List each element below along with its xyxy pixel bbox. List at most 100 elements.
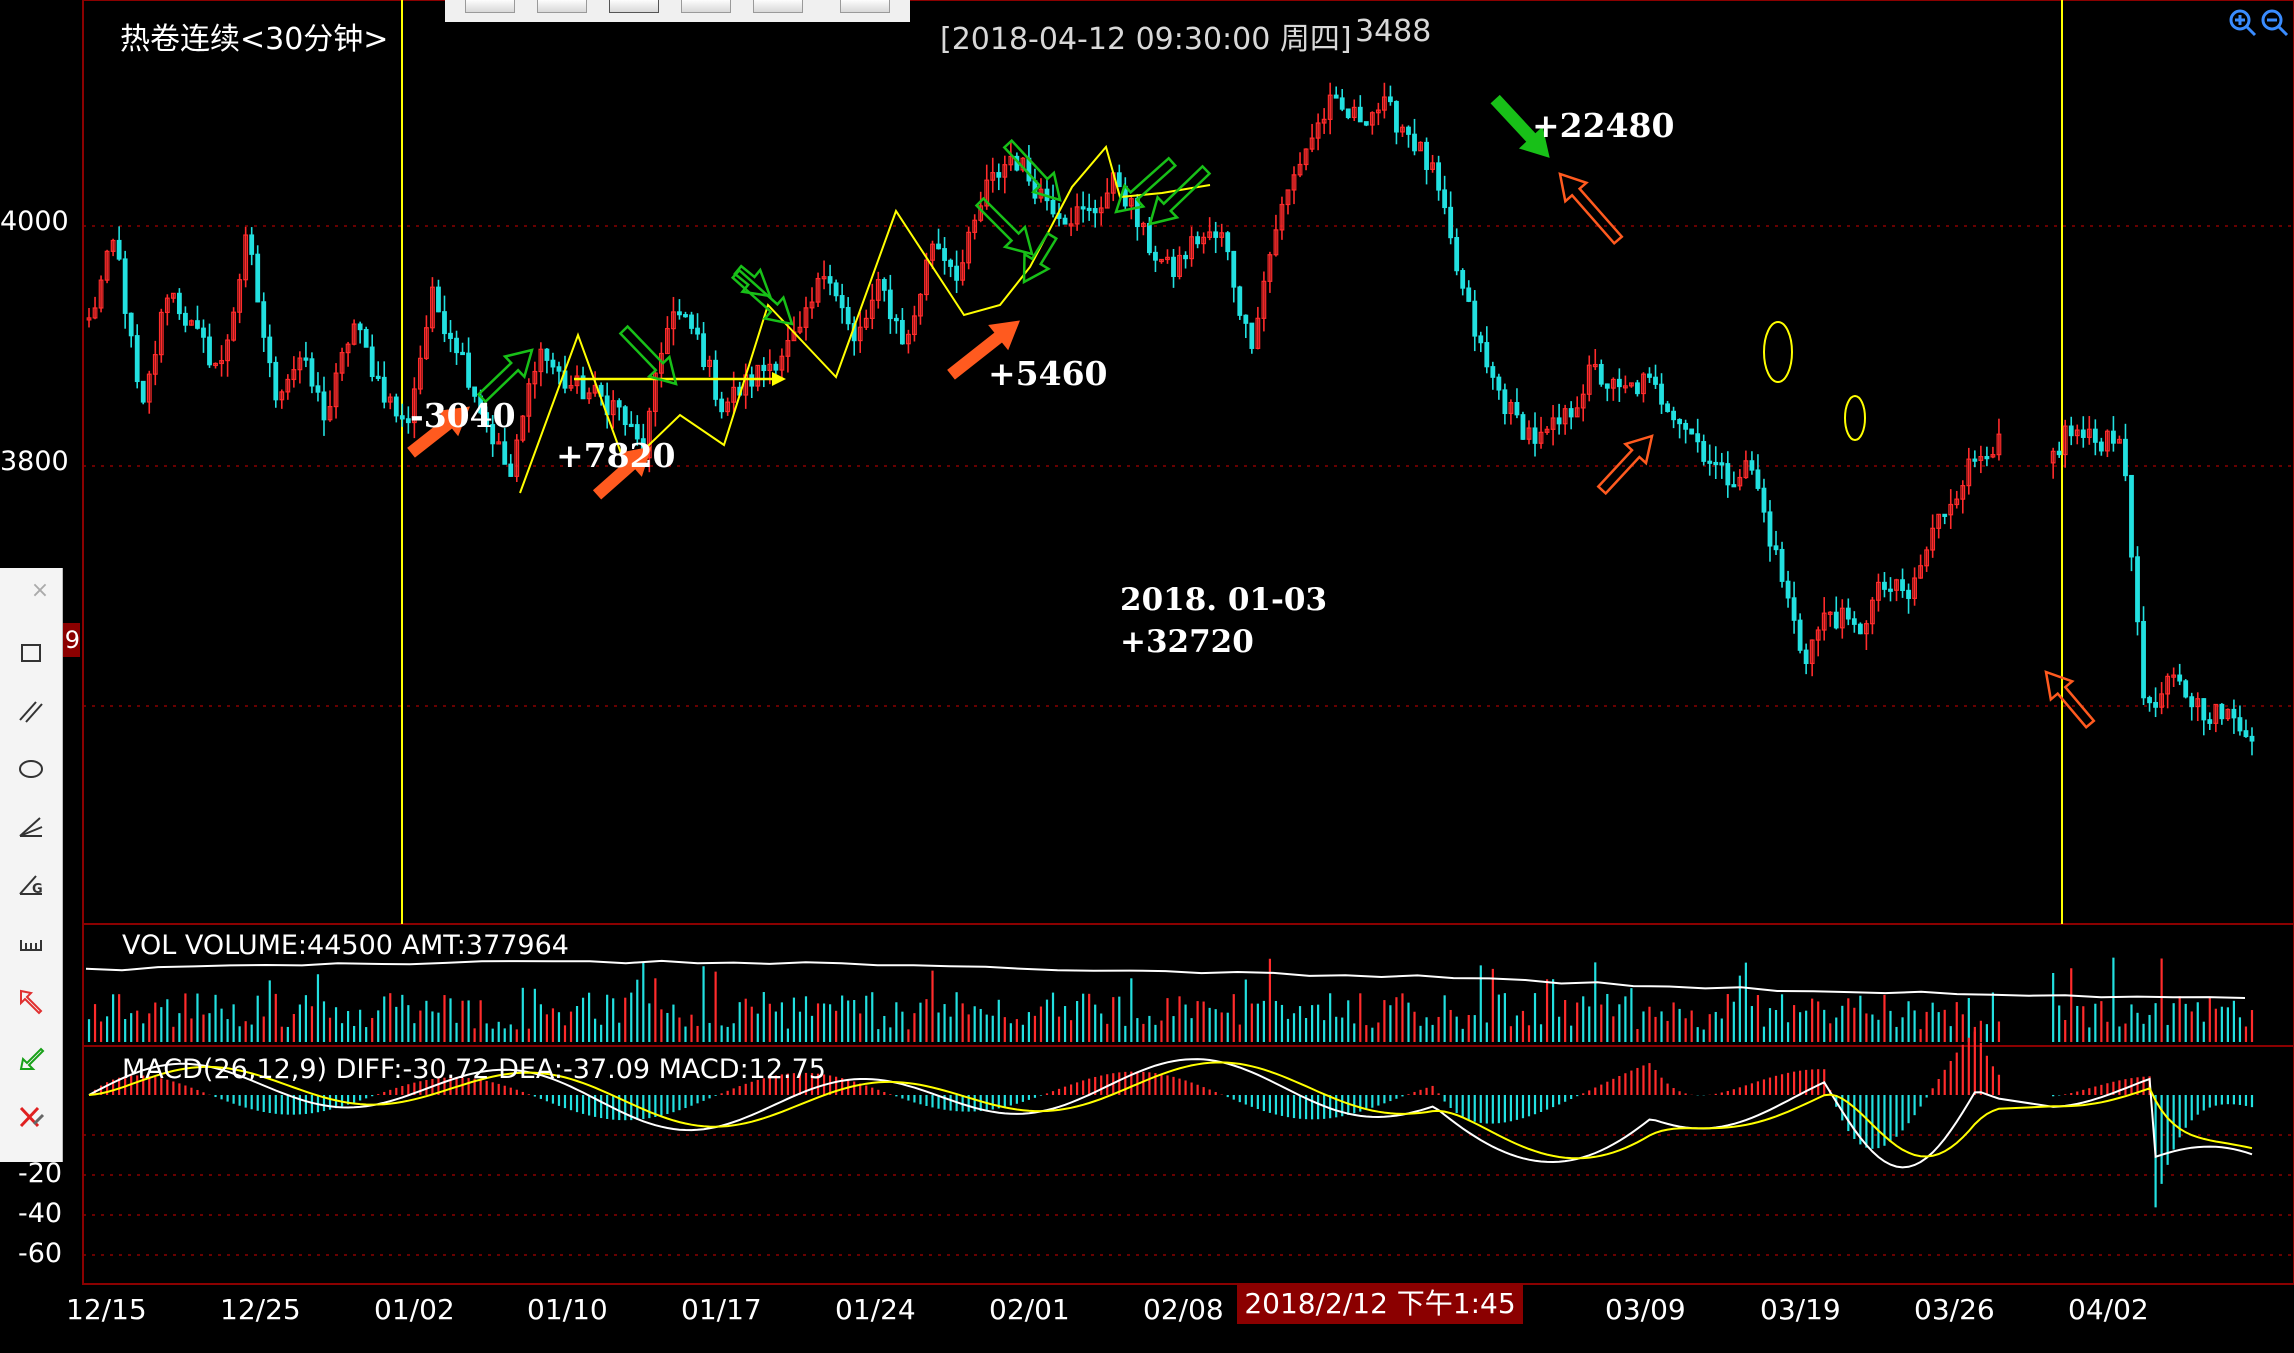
candle-body <box>749 374 755 387</box>
toolbar-button[interactable] <box>753 0 803 13</box>
parallel-line-tool[interactable] <box>0 682 62 740</box>
candle-body <box>273 361 279 401</box>
candle-body <box>550 359 556 368</box>
candle-body <box>2080 429 2086 438</box>
drawing-toolbox: × G <box>0 568 63 1162</box>
candle-body <box>719 398 725 413</box>
rectangle-tool[interactable] <box>0 624 62 682</box>
candle-body <box>1225 232 1231 253</box>
candle-body <box>827 276 833 284</box>
ellipse-tool[interactable] <box>0 740 62 798</box>
candle-body <box>436 286 441 313</box>
candle-body <box>833 282 839 297</box>
candle-body <box>2183 680 2189 698</box>
candle-body <box>134 335 140 383</box>
toolbar-button[interactable] <box>537 0 587 13</box>
down-arrow-tool[interactable] <box>0 1030 62 1088</box>
candle-body <box>1532 427 1538 444</box>
candle-body <box>448 332 453 339</box>
highlight-circle <box>1763 321 1793 383</box>
svg-text:G: G <box>32 882 43 897</box>
candle-body <box>321 391 327 421</box>
fan-line-tool[interactable] <box>0 798 62 856</box>
toolbar-button[interactable] <box>465 0 515 13</box>
candle-body <box>1568 408 1574 418</box>
candle-body <box>140 380 146 403</box>
candle-body <box>1345 108 1351 119</box>
zoom-out-icon[interactable] <box>2261 9 2289 37</box>
candle-body <box>315 385 321 393</box>
candle-body <box>1050 199 1056 215</box>
candle-body <box>303 357 309 361</box>
x-tick: 01/10 <box>527 1293 608 1326</box>
candle-body <box>1406 126 1411 135</box>
gann-tool[interactable]: G <box>0 856 62 914</box>
candle-body <box>442 311 447 335</box>
candle-body <box>1785 580 1791 599</box>
candle-body <box>1791 597 1797 621</box>
candle-body <box>2237 717 2243 732</box>
candle-body <box>2153 701 2158 708</box>
candle-body <box>261 301 267 338</box>
candle-body <box>1598 363 1604 385</box>
sell-arrow <box>1148 164 1212 226</box>
candle-body <box>1339 97 1345 110</box>
rectangle-icon <box>21 644 41 662</box>
candle-body <box>1460 270 1466 289</box>
candle-body <box>2056 450 2062 456</box>
candle-body <box>176 292 182 315</box>
toolbar-button[interactable] <box>681 0 731 13</box>
candle-body <box>701 333 706 367</box>
candle-body <box>1442 189 1448 209</box>
candle-body <box>2201 698 2207 721</box>
volume-indicator-label: VOL VOLUME:44500 AMT:377964 <box>122 930 569 961</box>
candle-body <box>1520 414 1526 440</box>
candle-body <box>1333 94 1339 99</box>
macd-tick--20: -20 <box>18 1158 63 1189</box>
candle-body <box>1394 100 1399 133</box>
candle-body <box>761 364 767 372</box>
candle-body <box>399 415 405 420</box>
candle-body <box>2207 719 2213 724</box>
candle-body <box>881 279 887 291</box>
x-tick: 02/08 <box>1143 1293 1224 1326</box>
candle-body <box>1183 254 1188 260</box>
candle-body <box>122 258 128 314</box>
candle-body <box>1357 106 1363 123</box>
toolbar-button[interactable] <box>609 0 659 13</box>
trendline-arrowhead <box>772 372 786 386</box>
candle-body <box>2231 708 2237 719</box>
delete-drawings-tool[interactable] <box>0 1088 62 1146</box>
summary-date: 2018. 01-03 <box>1120 582 1328 618</box>
sell-arrow <box>2044 670 2096 729</box>
x-tick: 03/09 <box>1605 1293 1686 1326</box>
candle-body <box>2129 474 2134 558</box>
candle-body <box>628 423 634 428</box>
candle-body <box>1761 487 1767 513</box>
x-tick: 03/19 <box>1760 1293 1841 1326</box>
candle-body <box>1604 383 1610 389</box>
candle-body <box>2177 674 2183 682</box>
toolbox-close-button[interactable]: × <box>20 576 60 606</box>
candle-body <box>1490 366 1496 378</box>
candle-body <box>375 375 381 379</box>
candle-body <box>899 319 905 345</box>
chart-canvas[interactable] <box>0 0 2294 1353</box>
x-tick: 12/25 <box>220 1293 301 1326</box>
zoom-in-icon[interactable] <box>2229 9 2257 37</box>
x-tick: 03/26 <box>1914 1293 1995 1326</box>
up-arrow-tool[interactable] <box>0 972 62 1030</box>
x-tick: 01/02 <box>374 1293 455 1326</box>
candle-body <box>1647 373 1652 378</box>
candle-body <box>1213 231 1219 238</box>
candle-body <box>1436 162 1442 191</box>
main-panel-frame <box>82 0 2294 925</box>
ruler-tool[interactable] <box>0 914 62 972</box>
candle-body <box>1448 206 1454 239</box>
candle-body <box>1701 441 1707 462</box>
candle-body <box>689 314 694 329</box>
candle-body <box>1857 623 1863 635</box>
candle-body <box>1454 236 1460 272</box>
toolbar-button[interactable] <box>840 0 890 13</box>
candle-body <box>1683 422 1689 430</box>
